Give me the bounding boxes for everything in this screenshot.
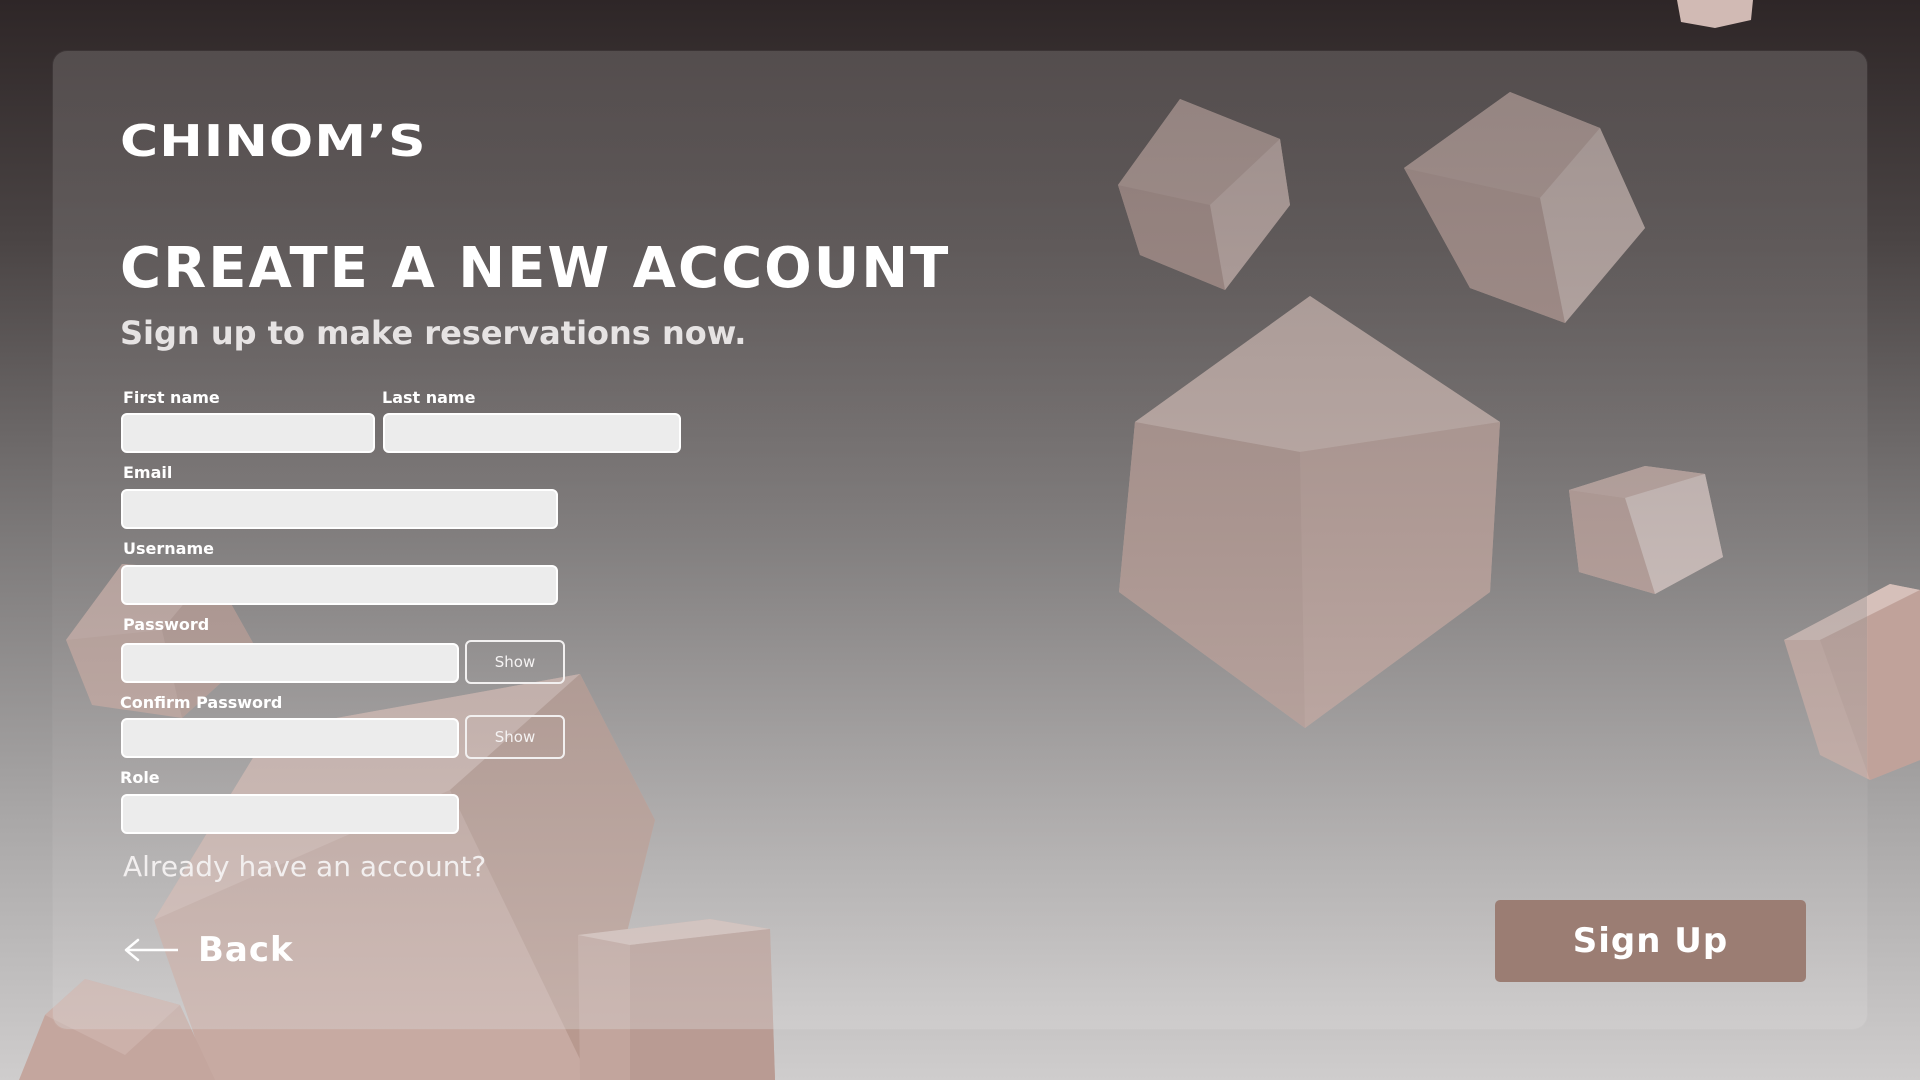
page-subtitle: Sign up to make reservations now. [120, 314, 747, 352]
first-name-label: First name [123, 388, 220, 407]
last-name-input[interactable] [383, 413, 681, 453]
email-label: Email [123, 463, 173, 482]
password-label: Password [123, 615, 210, 634]
password-input[interactable] [121, 643, 459, 683]
email-input[interactable] [121, 489, 558, 529]
page-title: CREATE A NEW ACCOUNT [120, 236, 951, 301]
first-name-input[interactable] [121, 413, 375, 453]
role-input[interactable] [121, 794, 459, 834]
show-password-button[interactable]: Show [465, 640, 565, 684]
confirm-password-label: Confirm Password [120, 693, 283, 712]
brand-logo: CHINOM’S [120, 116, 427, 167]
arrow-left-icon [124, 938, 178, 962]
role-label: Role [120, 768, 160, 787]
username-input[interactable] [121, 565, 558, 605]
sign-up-button[interactable]: Sign Up [1495, 900, 1806, 982]
back-button[interactable]: Back [124, 930, 294, 970]
cube-decoration [1677, 0, 1753, 28]
show-confirm-password-button[interactable]: Show [465, 715, 565, 759]
username-label: Username [123, 539, 214, 558]
back-label: Back [198, 930, 294, 970]
confirm-password-input[interactable] [121, 718, 459, 758]
last-name-label: Last name [382, 388, 476, 407]
login-link[interactable]: Already have an account? [123, 850, 486, 883]
